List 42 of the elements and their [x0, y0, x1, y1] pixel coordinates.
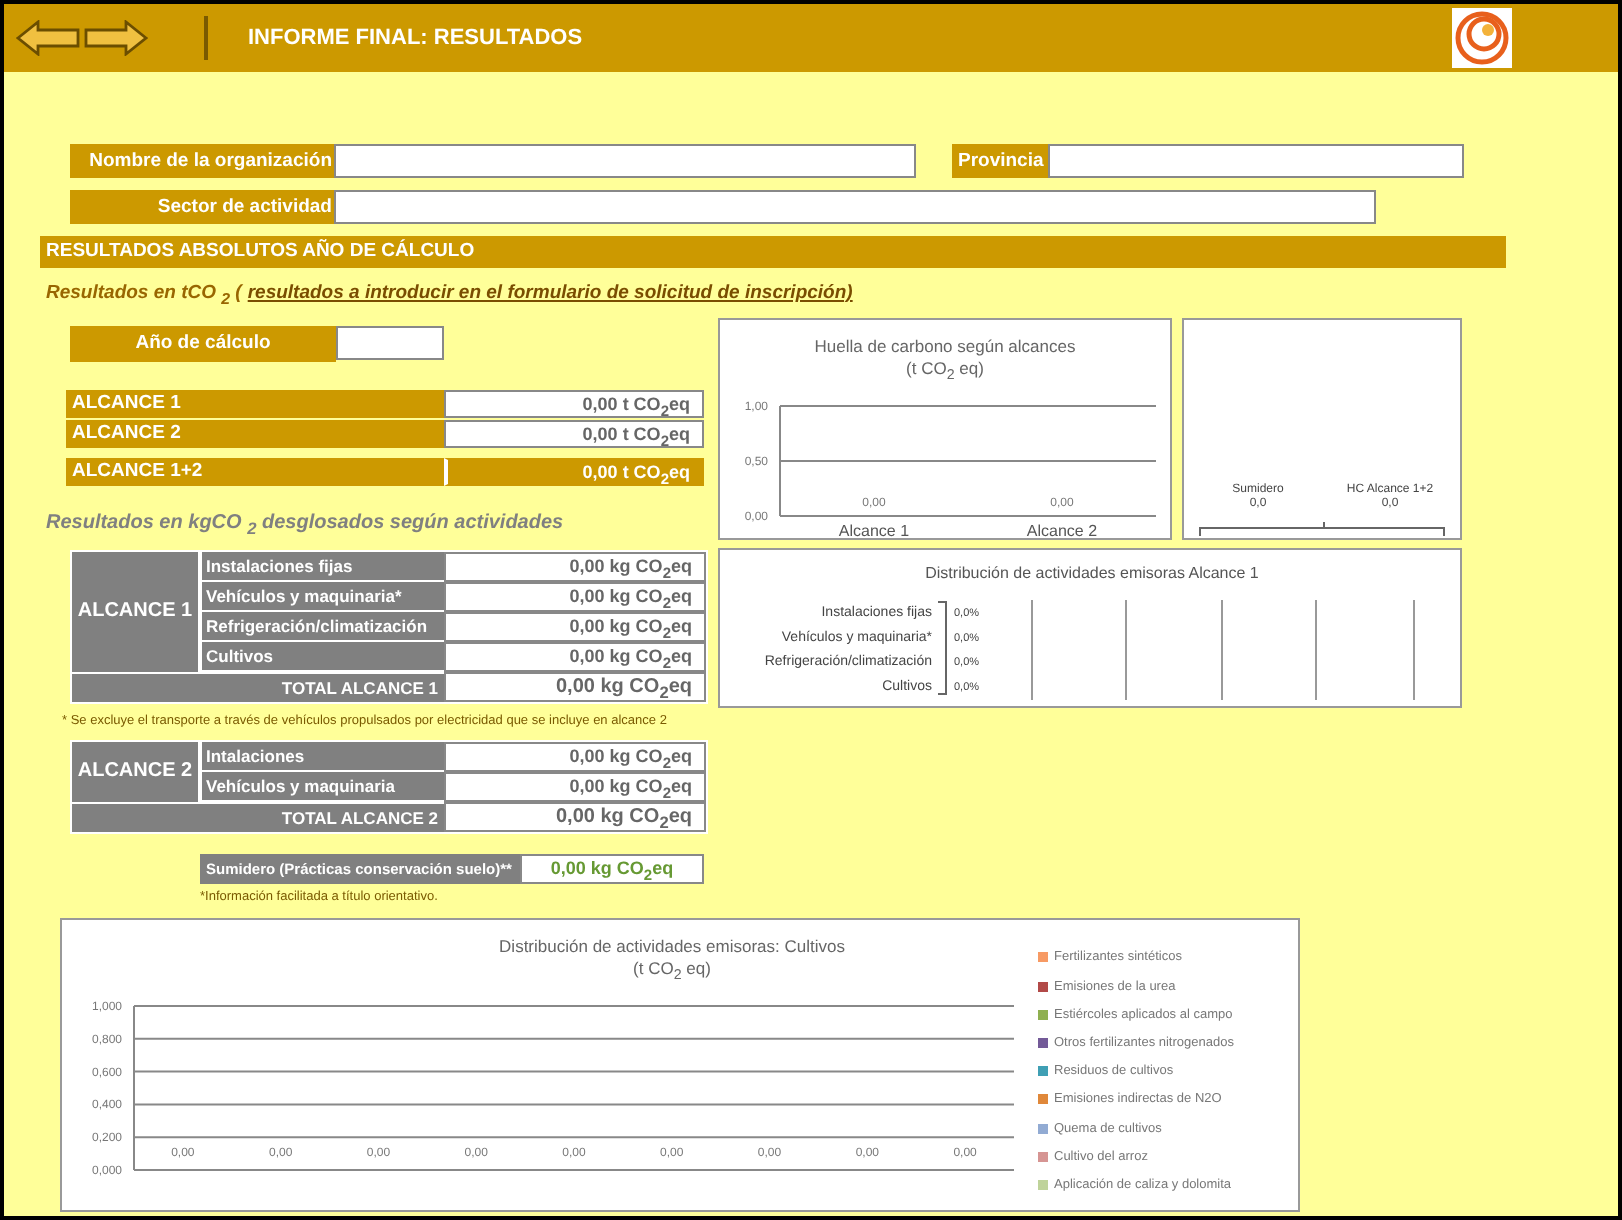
- value-cell: 0,00 kg CO$_{2}$eq: [444, 801, 706, 832]
- value-cell: 0,00 kg CO$_{2}$eq: [444, 671, 706, 702]
- axis-line: [937, 600, 947, 695]
- value-cell: 0,00 kg CO$_{2}$eq: [444, 771, 706, 802]
- chart-title: Distribución de actividades emisoras Alcance 1: [925, 563, 1259, 582]
- logo-icon: [1452, 8, 1512, 68]
- total-label: TOTAL ALCANCE 1: [72, 671, 444, 702]
- chart-subtitle: (t CO$_{2}$ eq): [631, 957, 713, 988]
- input-field[interactable]: [334, 190, 1376, 224]
- input-field[interactable]: [1048, 144, 1464, 178]
- group-label: ALCANCE 1: [72, 551, 202, 672]
- row-label: ALCANCE 2: [66, 419, 444, 448]
- value-cell: 0,00 kg CO$_{2}$eq: [444, 611, 706, 642]
- row-label: ALCANCE 1: [66, 389, 444, 418]
- chart-title: Huella de carbono según alcances: [812, 335, 1078, 358]
- chart-title: Distribución de actividades emisoras: Cultivos: [497, 935, 847, 958]
- input-field[interactable]: [334, 144, 916, 178]
- value-cell: 0,00 kg CO$_{2}$eq: [444, 551, 706, 582]
- row-label: ALCANCE 1+2: [66, 457, 444, 486]
- input-field[interactable]: [336, 325, 444, 360]
- field-label: Año de cálculo: [70, 325, 336, 362]
- category-label: Alcance 2: [1026, 521, 1098, 540]
- section-header: RESULTADOS ABSOLUTOS AÑO DE CÁLCULO: [40, 236, 1506, 268]
- field-label: Provincia: [952, 144, 1048, 178]
- forward-arrow-icon[interactable]: [84, 20, 148, 56]
- field-label: Nombre de la organización: [70, 144, 334, 178]
- page-title: INFORME FINAL: RESULTADOS: [248, 26, 583, 50]
- value-cell: 0,00 t CO$_{2}$eq: [444, 389, 704, 418]
- category-label: Alcance 1: [838, 521, 910, 540]
- value-cell: 0,00 kg CO$_{2}$eq: [444, 741, 706, 772]
- value-cell: 0,00 t CO$_{2}$eq: [444, 419, 704, 448]
- value-cell: 0,00 kg CO$_{2}$eq: [520, 853, 704, 884]
- field-label: Sector de actividad: [70, 190, 334, 224]
- group-label: ALCANCE 2: [72, 741, 202, 802]
- section-subtitle: Resultados en kgCO $_{2}$ desglosados según actividades: [46, 511, 566, 538]
- total-label: TOTAL ALCANCE 2: [72, 801, 444, 832]
- chart-subtitle: (t CO$_{2}$ eq): [904, 357, 986, 388]
- section-subtitle: Resultados en tCO $_{2}$ (: [46, 282, 242, 308]
- value-cell: 0,00 t CO$_{2}$eq: [444, 457, 704, 486]
- value-cell: 0,00 kg CO$_{2}$eq: [444, 641, 706, 672]
- back-arrow-icon[interactable]: [16, 20, 80, 56]
- value-cell: 0,00 kg CO$_{2}$eq: [444, 581, 706, 612]
